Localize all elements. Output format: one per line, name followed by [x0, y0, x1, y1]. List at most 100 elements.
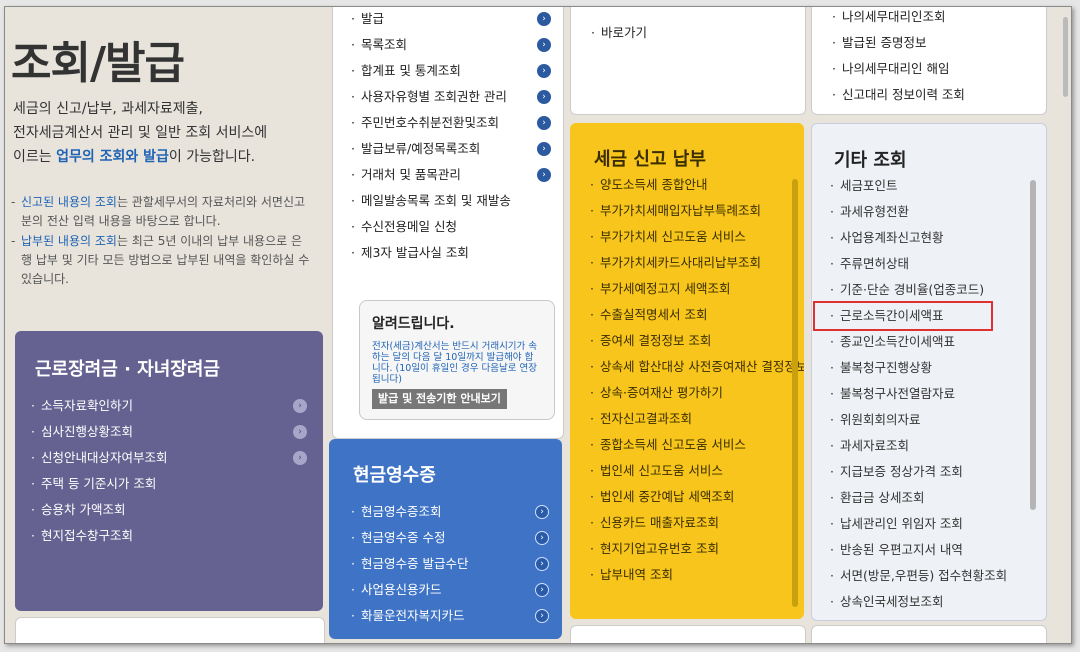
chevron-right-icon[interactable]: ›	[293, 399, 307, 413]
list-item[interactable]: · 바로가기	[591, 20, 791, 46]
list-item[interactable]: · 종교인소득간이세액표	[830, 329, 1036, 355]
list-item[interactable]: · 증여세 결정정보 조회	[590, 328, 780, 354]
e-tax-invoice-panel: · 발급 › · 목록조회 › · 합계표 및 통계조회 › · 사용자유형별 조회권한 관리 › · 주…	[332, 7, 564, 439]
list-item[interactable]: · 상속인국세정보조회	[830, 589, 1036, 615]
list-item[interactable]: · 현지접수창구조회	[31, 523, 307, 549]
scrollbar[interactable]	[792, 179, 798, 607]
bullet-icon: ·	[832, 61, 836, 76]
list-item[interactable]: · 현금영수증 수정 ›	[351, 525, 549, 551]
bullet-icon: ·	[351, 167, 355, 182]
tax-filing-payment-list: · 양도소득세 종합안내 · 부가가치세매입자납부특례조회 · 부가가치세 신고도움 서비…	[590, 172, 804, 588]
chevron-right-icon[interactable]: ›	[537, 168, 551, 182]
list-item-label: 주민번호수취분전환및조회	[360, 115, 499, 130]
list-item[interactable]: · 발급 ›	[351, 7, 551, 32]
list-item[interactable]: · 과세자료조회	[830, 433, 1036, 459]
list-item[interactable]: · 기준·단순 경비율(업종코드)	[830, 277, 1036, 303]
list-item[interactable]: · 화물운전자복지카드 ›	[351, 603, 549, 629]
list-item[interactable]: · 환급금 상세조회	[830, 485, 1036, 511]
list-item[interactable]: · 부가가치세카드사대리납부조회	[590, 250, 780, 276]
bullet-icon: ·	[351, 11, 355, 26]
bullet-icon: ·	[351, 245, 355, 260]
list-item[interactable]: · 상속·증여재산 평가하기	[590, 380, 780, 406]
list-item[interactable]: · 현금영수증 발급수단 ›	[351, 551, 549, 577]
list-item[interactable]: · 종합소득세 신고도움 서비스	[590, 432, 780, 458]
list-item[interactable]: · 상속세 합산대상 사전증여재산 결정정보 조회	[590, 354, 804, 380]
list-item[interactable]: · 납세관리인 위임자 조회	[830, 511, 1036, 537]
bullet-icon: ·	[590, 203, 594, 218]
list-item-label: 과세자료조회	[839, 438, 909, 453]
bullet-icon: ·	[590, 255, 594, 270]
list-item[interactable]: · 발급보류/예정목록조회 ›	[351, 136, 551, 162]
chevron-right-icon[interactable]: ›	[537, 12, 551, 26]
list-item-label: 법인세 중간예납 세액조회	[599, 489, 735, 504]
list-item[interactable]: · 세금포인트	[830, 173, 1036, 199]
list-item[interactable]: · 주민번호수취분전환및조회 ›	[351, 110, 551, 136]
list-item[interactable]: · 법인세 신고도움 서비스	[590, 458, 780, 484]
list-item[interactable]: · 메일발송목록 조회 및 재발송	[351, 188, 551, 214]
list-item[interactable]: · 수신전용메일 신청	[351, 214, 551, 240]
list-item[interactable]: · 심사진행상황조회 ›	[31, 419, 307, 445]
list-item[interactable]: · 소득자료확인하기 ›	[31, 393, 307, 419]
list-item[interactable]: · 지급보증 정상가격 조회	[830, 459, 1036, 485]
bullet-icon: ·	[31, 476, 35, 491]
chevron-right-icon[interactable]: ›	[535, 557, 549, 571]
list-item[interactable]: · 주택 등 기준시가 조회	[31, 471, 307, 497]
list-item[interactable]: · 거래처 및 품목관리 ›	[351, 162, 551, 188]
list-item[interactable]: · 전자신고결과조회	[590, 406, 780, 432]
list-item[interactable]: · 부가가치세매입자납부특례조회	[590, 198, 780, 224]
chevron-right-icon[interactable]: ›	[293, 451, 307, 465]
list-item[interactable]: · 수출실적명세서 조회	[590, 302, 780, 328]
list-item[interactable]: · 신용카드 매출자료조회	[590, 510, 780, 536]
list-item[interactable]: · 납부내역 조회	[590, 562, 780, 588]
list-item[interactable]: · 사업용신용카드 ›	[351, 577, 549, 603]
tax-filing-payment-panel: 세금 신고 납부 · 양도소득세 종합안내 · 부가가치세매입자납부특례조회 · 부가가치…	[570, 123, 804, 619]
list-item[interactable]: · 제3자 발급사실 조회	[351, 240, 551, 266]
list-item[interactable]: · 합계표 및 통계조회 ›	[351, 58, 551, 84]
chevron-right-icon[interactable]: ›	[535, 505, 549, 519]
chevron-right-icon[interactable]: ›	[537, 142, 551, 156]
chevron-right-icon[interactable]: ›	[537, 90, 551, 104]
list-item[interactable]: · 나의세무대리인 해임	[832, 56, 1032, 82]
list-item[interactable]: · 반송된 우편고지서 내역	[830, 537, 1036, 563]
list-item[interactable]: · 불복청구진행상황	[830, 355, 1036, 381]
scrollbar[interactable]	[1030, 180, 1036, 510]
list-item[interactable]: · 사업용계좌신고현황	[830, 225, 1036, 251]
list-item-label: 사업용신용카드	[360, 582, 442, 597]
bullet-icon: ·	[830, 204, 834, 219]
list-item[interactable]: · 사용자유형별 조회권한 관리 ›	[351, 84, 551, 110]
chevron-right-icon[interactable]: ›	[537, 116, 551, 130]
list-item[interactable]: · 법인세 중간예납 세액조회	[590, 484, 780, 510]
chevron-right-icon[interactable]: ›	[535, 583, 549, 597]
chevron-right-icon[interactable]: ›	[537, 64, 551, 78]
list-item[interactable]: · 목록조회 ›	[351, 32, 551, 58]
bullet-icon: ·	[590, 281, 594, 296]
list-item[interactable]: · 승용차 가액조회	[31, 497, 307, 523]
list-item-label: 부가가치세매입자납부특례조회	[599, 203, 761, 218]
bullet-icon: ·	[351, 141, 355, 156]
list-item[interactable]: · 신청안내대상자여부조회 ›	[31, 445, 307, 471]
page-scrollbar[interactable]	[1063, 17, 1068, 97]
chevron-right-icon[interactable]: ›	[293, 425, 307, 439]
chevron-right-icon[interactable]: ›	[535, 609, 549, 623]
list-item[interactable]: · 위원회회의자료	[830, 407, 1036, 433]
deadline-guide-button[interactable]: 발급 및 전송기한 안내보기	[372, 389, 507, 409]
list-item[interactable]: · 신고대리 정보이력 조회	[832, 82, 1032, 108]
list-item[interactable]: · 주류면허상태	[830, 251, 1036, 277]
list-item-label: 목록조회	[360, 37, 407, 52]
chevron-right-icon[interactable]: ›	[537, 38, 551, 52]
list-item[interactable]: · 발급된 증명정보	[832, 30, 1032, 56]
bullet-icon: ·	[590, 489, 594, 504]
list-item-label: 불복청구진행상황	[839, 360, 932, 375]
list-item[interactable]: · 서면(방문,우편등) 접수현황조회	[830, 563, 1036, 589]
bullet-icon: ·	[830, 282, 834, 297]
list-item[interactable]: · 나의세무대리인조회	[832, 7, 1032, 30]
list-item[interactable]: · 불복청구사전열람자료	[830, 381, 1036, 407]
list-item[interactable]: · 양도소득세 종합안내	[590, 172, 780, 198]
list-item[interactable]: · 현지기업고유번호 조회	[590, 536, 780, 562]
chevron-right-icon[interactable]: ›	[535, 531, 549, 545]
list-item[interactable]: · 현금영수증조회 ›	[351, 499, 549, 525]
list-item[interactable]: · 부가세예정고지 세액조회	[590, 276, 780, 302]
list-item[interactable]: · 과세유형전환	[830, 199, 1036, 225]
list-item[interactable]: · 부가가치세 신고도움 서비스	[590, 224, 780, 250]
list-item-label: 수출실적명세서 조회	[599, 307, 708, 322]
